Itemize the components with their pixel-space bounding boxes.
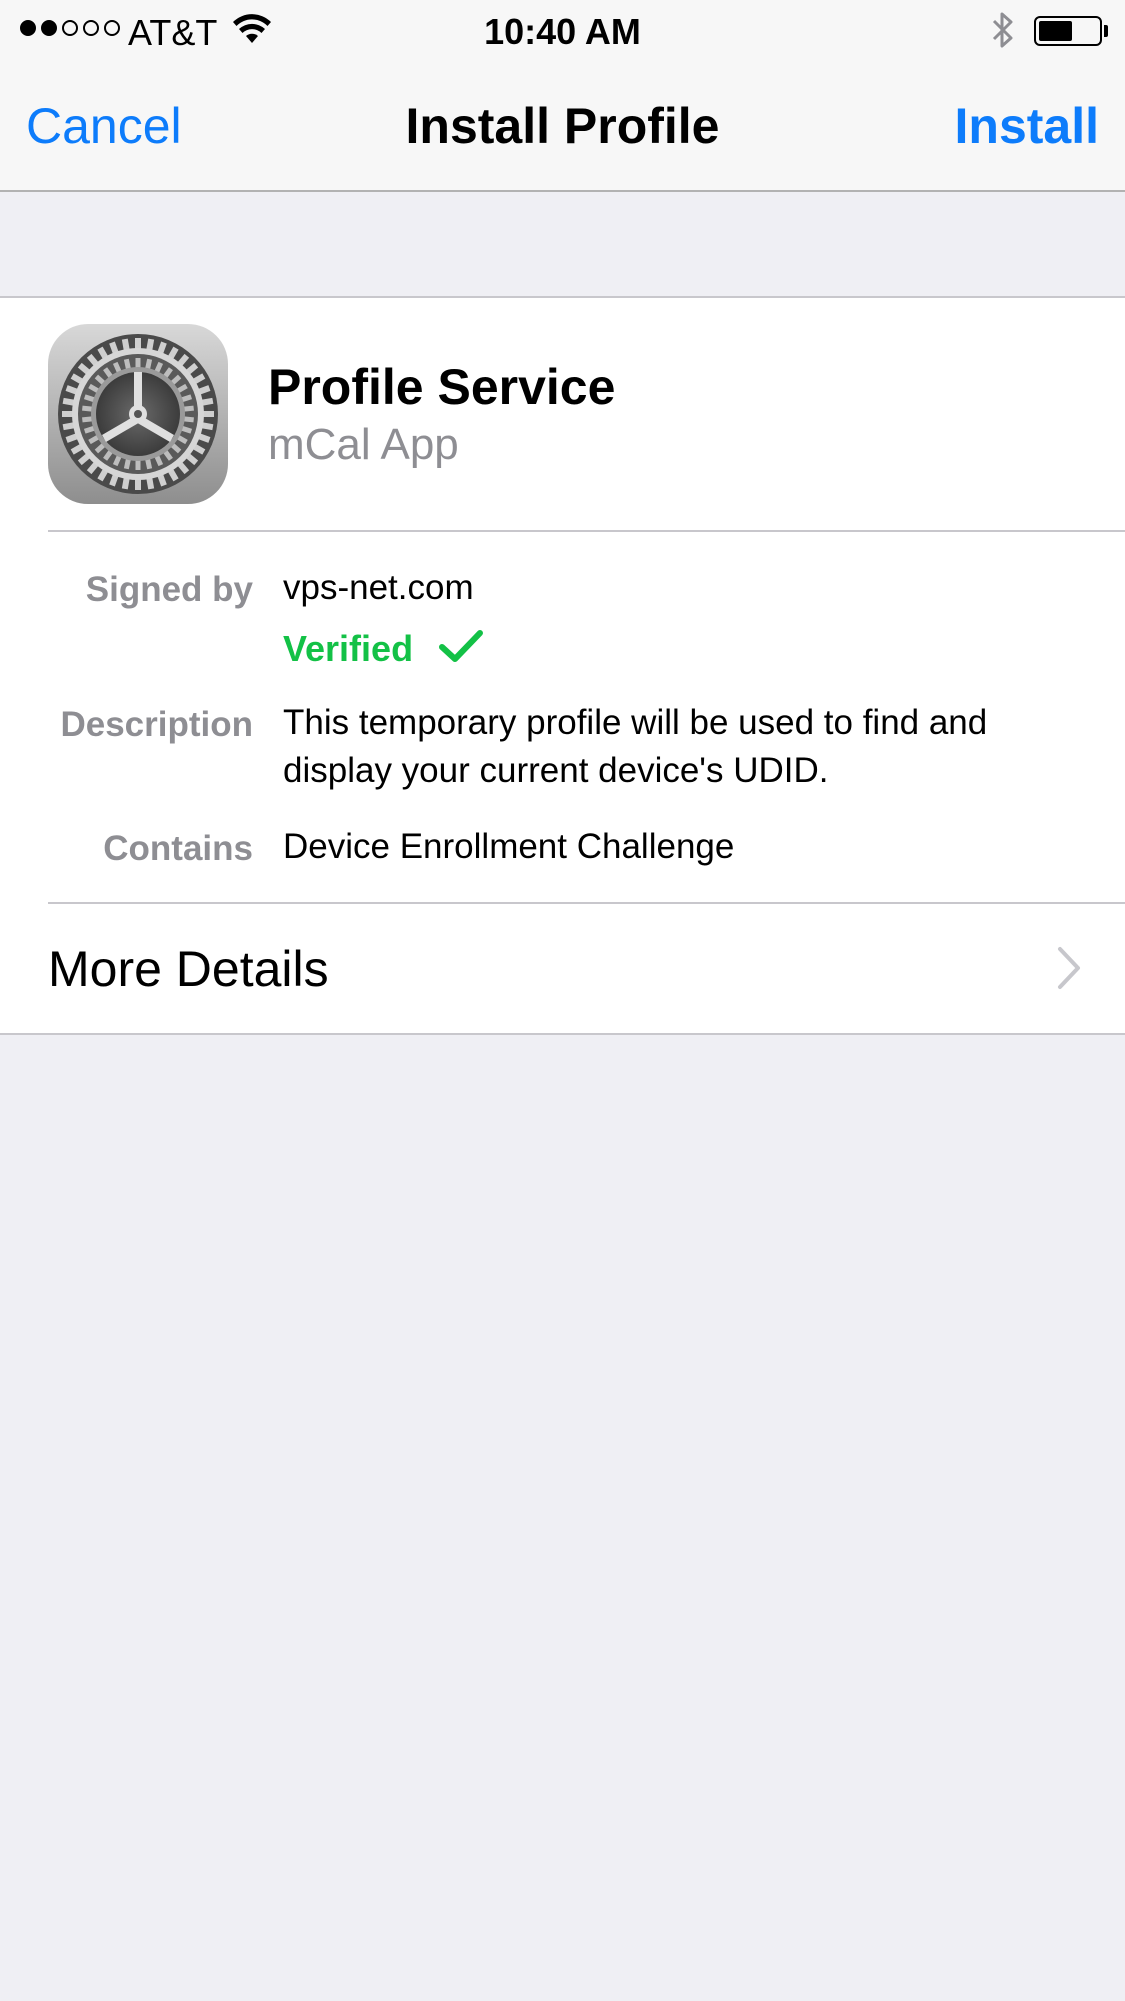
description-line-1: This temporary profile will be used to f… [283, 703, 988, 742]
carrier-name: AT&T [128, 12, 218, 53]
navigation-bar: Cancel Install Profile Install [0, 60, 1125, 192]
signed-by-value: vps-net.com [283, 568, 474, 607]
signal-dot [41, 20, 57, 36]
description-label: Description [60, 705, 253, 744]
battery-tip [1104, 25, 1108, 37]
description-line-2: display your current device's UDID. [283, 751, 829, 790]
battery-icon [1034, 16, 1102, 46]
more-details-label: More Details [48, 941, 329, 997]
signal-dot [20, 20, 36, 36]
checkmark-icon [439, 629, 484, 669]
contains-value: Device Enrollment Challenge [283, 827, 735, 866]
verified-label: Verified [283, 628, 414, 669]
status-bar: AT&T 10:40 AM [0, 0, 1125, 60]
wifi-icon [232, 12, 272, 54]
signal-dot [104, 20, 120, 36]
verified-status: Verified [283, 628, 484, 670]
divider [48, 530, 1125, 532]
signal-strength-icon [20, 20, 120, 36]
profile-name: Profile Service [268, 359, 616, 415]
battery-fill [1039, 21, 1072, 41]
settings-gear-icon [48, 324, 228, 504]
install-button[interactable]: Install [955, 97, 1099, 155]
bluetooth-icon [990, 10, 1016, 59]
more-details-row[interactable]: More Details [0, 904, 1125, 1035]
cancel-button[interactable]: Cancel [26, 97, 182, 155]
signed-by-label: Signed by [85, 570, 253, 609]
chevron-right-icon [1057, 946, 1081, 995]
signal-dot [62, 20, 78, 36]
signal-dot [83, 20, 99, 36]
description-value: This temporary profile will be used to f… [283, 699, 987, 795]
profile-card: Profile Service mCal App Signed by vps-n… [0, 296, 1125, 1035]
contains-label: Contains [103, 829, 253, 868]
profile-organization: mCal App [268, 420, 459, 469]
